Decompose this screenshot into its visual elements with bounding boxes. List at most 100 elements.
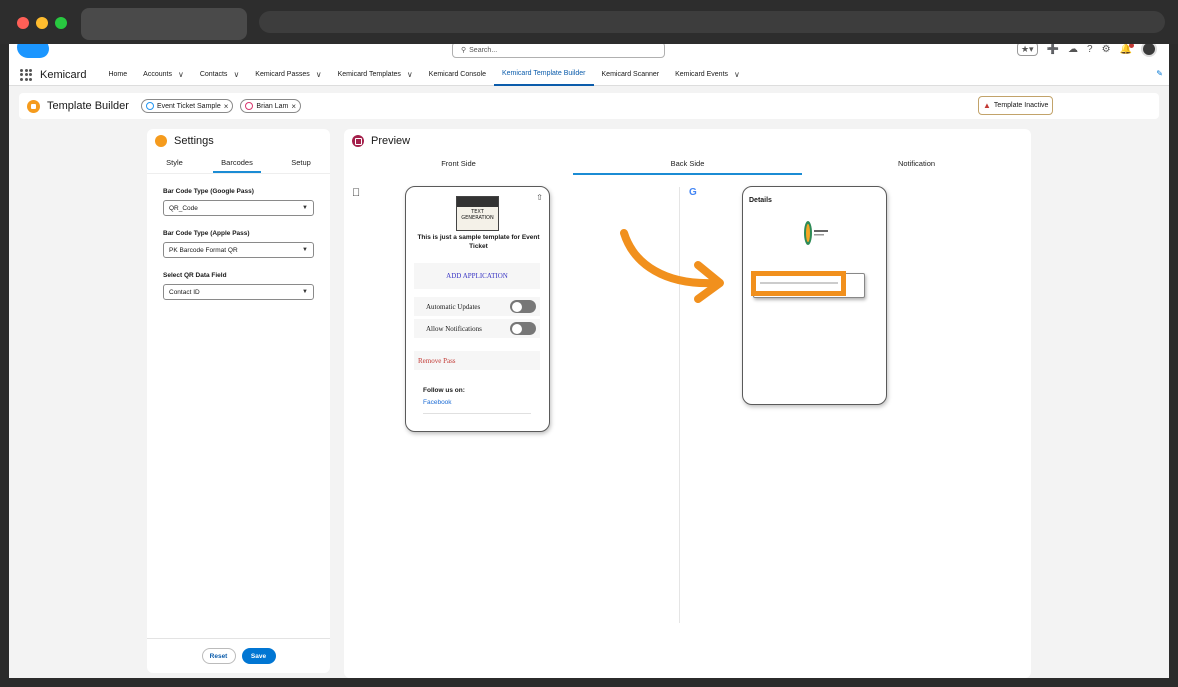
tab-setup[interactable]: Setup — [283, 155, 319, 173]
settings-panel: Settings Style Barcodes Setup Bar Code T… — [147, 129, 330, 673]
add-application-button[interactable]: ADD APPLICATION — [414, 263, 540, 289]
page-title: Template Builder — [47, 100, 129, 112]
search-icon: ⚲ — [461, 47, 467, 54]
apple-pass-preview: ⇧ TEXT GENERATION This is just a sample … — [405, 186, 550, 432]
warning-icon: ▲ — [983, 101, 991, 110]
nav-item-label: Kemicard Events — [675, 71, 729, 78]
tab-front-side[interactable]: Front Side — [344, 157, 573, 175]
apple-barcode-field: Bar Code Type (Apple Pass) PK Barcode Fo… — [163, 230, 314, 258]
nav-item-kemicard-console[interactable]: Kemicard Console — [421, 64, 494, 86]
edit-nav-icon[interactable]: ✎ — [1156, 69, 1163, 78]
nav-item-kemicard-template-builder[interactable]: Kemicard Template Builder — [493, 64, 594, 86]
qr-data-label: Select QR Data Field — [163, 272, 227, 279]
avatar[interactable] — [1141, 44, 1157, 57]
favorites-icon[interactable]: ★▾ — [1016, 44, 1038, 56]
google-barcode-select[interactable]: QR_Code ▼ — [163, 200, 314, 216]
remove-pass-button[interactable]: Remove Pass — [414, 351, 540, 370]
maximize-window-button[interactable] — [55, 17, 67, 29]
apple-barcode-value: PK Barcode Format QR — [169, 246, 238, 254]
page-header: Template Builder Event Ticket Sample × B… — [19, 93, 1159, 119]
nav-item-label: Kemicard Passes — [255, 71, 310, 78]
nav-item-contacts[interactable]: Contacts ∨ — [192, 64, 247, 86]
nav-item-kemicard-passes[interactable]: Kemicard Passes ∨ — [247, 64, 329, 86]
chevron-down-icon: ▼ — [302, 247, 308, 253]
chevron-down-icon[interactable]: ∨ — [407, 70, 413, 79]
chevron-down-icon[interactable]: ∨ — [734, 70, 740, 79]
chevron-down-icon[interactable]: ∨ — [178, 70, 184, 79]
settings-icon — [155, 135, 167, 147]
preview-icon — [352, 135, 364, 147]
close-icon[interactable]: × — [291, 102, 296, 111]
reset-button[interactable]: Reset — [201, 648, 236, 664]
app-launcher-icon[interactable] — [20, 68, 32, 81]
automatic-updates-label: Automatic Updates — [426, 302, 481, 311]
template-pill-label: Event Ticket Sample — [156, 102, 221, 110]
share-icon[interactable]: ⇧ — [536, 193, 543, 202]
nav-item-kemicard-templates[interactable]: Kemicard Templates ∨ — [330, 64, 421, 86]
divider — [423, 413, 531, 414]
status-badge: ▲ Template Inactive — [978, 96, 1054, 115]
pass-thumbnail: TEXT GENERATION — [456, 196, 499, 231]
nav-item-kemicard-scanner[interactable]: Kemicard Scanner — [594, 64, 668, 86]
automatic-updates-row: Automatic Updates — [414, 297, 540, 316]
facebook-link[interactable]: Facebook — [423, 399, 452, 406]
tab-back-side[interactable]: Back Side — [573, 157, 802, 175]
add-icon[interactable]: ➕ — [1047, 44, 1059, 55]
settings-title: Settings — [174, 135, 214, 147]
contact-pill[interactable]: Brian Lam × — [240, 99, 301, 113]
close-icon[interactable]: × — [224, 102, 229, 111]
arrow-icon — [620, 229, 724, 303]
qr-data-select[interactable]: Contact ID ▼ — [163, 284, 314, 300]
allow-notifications-label: Allow Notifications — [426, 324, 482, 333]
nav-item-kemicard-events[interactable]: Kemicard Events ∨ — [667, 64, 748, 86]
save-button[interactable]: Save — [241, 648, 276, 664]
address-bar[interactable] — [259, 11, 1165, 33]
header-icons: ★▾ ➕ ☁ ? ⚙ 🔔 — [1016, 44, 1157, 57]
browser-tab[interactable] — [81, 8, 247, 40]
global-header: ⚲ Search... ★▾ ➕ ☁ ? ⚙ 🔔 — [9, 44, 1169, 64]
nav-items: Home Accounts ∨ Contacts ∨ Kemicard Passes ∨ Ke… — [100, 64, 747, 86]
bell-icon[interactable]: 🔔 — [1120, 44, 1135, 55]
allow-notifications-row: Allow Notifications — [414, 319, 540, 338]
template-pill[interactable]: Event Ticket Sample × — [140, 99, 234, 113]
minimize-window-button[interactable] — [36, 17, 48, 29]
nav-item-label: Home — [108, 71, 128, 78]
chevron-down-icon: ▼ — [302, 205, 308, 211]
app-window: ⚲ Search... ★▾ ➕ ☁ ? ⚙ 🔔 Kemicard Home Ac… — [9, 44, 1169, 678]
nav-item-home[interactable]: Home — [100, 64, 135, 86]
settings-footer: Reset Save — [147, 638, 330, 673]
app-navigation: Kemicard Home Accounts ∨ Contacts ∨ Kemicard … — [9, 64, 1169, 86]
nav-item-label: Kemicard Template Builder — [501, 70, 586, 77]
tab-notification[interactable]: Notification — [802, 157, 1031, 175]
nav-item-label: Kemicard Scanner — [601, 71, 660, 78]
tab-barcodes[interactable]: Barcodes — [213, 155, 261, 173]
google-barcode-label: Bar Code Type (Google Pass) — [163, 188, 254, 195]
nav-item-accounts[interactable]: Accounts ∨ — [135, 64, 192, 86]
details-heading: Details — [749, 197, 772, 204]
apple-barcode-label: Bar Code Type (Apple Pass) — [163, 230, 250, 237]
google-barcode-value: QR_Code — [169, 204, 198, 212]
apple-barcode-select[interactable]: PK Barcode Format QR ▼ — [163, 242, 314, 258]
google-pass-preview: Details — [742, 186, 887, 405]
automatic-updates-toggle[interactable] — [510, 300, 536, 313]
salesforce-logo[interactable] — [17, 44, 49, 58]
global-search[interactable]: ⚲ Search... — [452, 44, 665, 58]
search-placeholder: Search... — [469, 46, 498, 54]
chevron-down-icon[interactable]: ∨ — [316, 70, 322, 79]
help-icon[interactable]: ? — [1087, 44, 1093, 55]
settings-header: Settings — [147, 129, 330, 153]
allow-notifications-toggle[interactable] — [510, 322, 536, 335]
close-window-button[interactable] — [17, 17, 29, 29]
google-barcode-field: Bar Code Type (Google Pass) QR_Code ▼ — [163, 188, 314, 216]
chevron-down-icon[interactable]: ∨ — [233, 70, 239, 79]
preview-title: Preview — [371, 135, 411, 147]
contact-pill-label: Brian Lam — [256, 102, 289, 110]
tab-style[interactable]: Style — [158, 155, 191, 173]
nav-item-label: Contacts — [199, 71, 228, 78]
highlight-box — [751, 271, 846, 296]
gear-icon[interactable]: ⚙ — [1102, 44, 1111, 55]
follow-label: Follow us on: — [423, 387, 465, 394]
qr-data-value: Contact ID — [169, 288, 200, 296]
pass-description: This is just a sample template for Event… — [417, 234, 540, 250]
trailhead-icon[interactable]: ☁ — [1068, 44, 1078, 55]
